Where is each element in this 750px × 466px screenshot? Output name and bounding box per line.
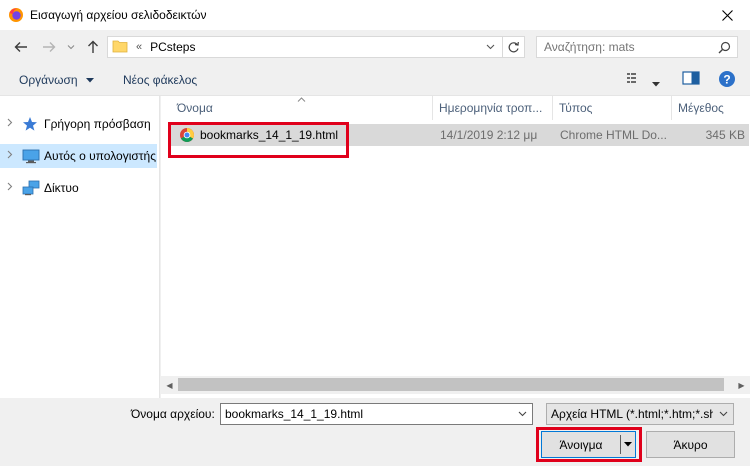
forward-button[interactable] xyxy=(40,38,58,56)
horizontal-scrollbar[interactable]: ◀ ▶ xyxy=(161,376,750,394)
computer-icon xyxy=(22,148,40,164)
filter-dropdown-button[interactable] xyxy=(716,406,730,422)
refresh-icon xyxy=(508,41,519,52)
new-folder-button[interactable]: Νέος φάκελος xyxy=(123,73,197,87)
close-button[interactable] xyxy=(704,0,750,30)
view-options-button[interactable] xyxy=(626,70,644,89)
command-bar: Οργάνωση Νέος φάκελος ? xyxy=(0,64,750,96)
preview-pane-icon xyxy=(682,71,700,85)
file-size: 345 KB xyxy=(705,128,745,142)
firefox-icon xyxy=(8,7,24,23)
expand-chevron-icon[interactable] xyxy=(0,118,20,130)
caret-down-icon xyxy=(85,78,94,83)
chevron-down-icon xyxy=(518,411,526,417)
forward-arrow-icon xyxy=(43,42,56,52)
nav-label-this-pc: Αυτός ο υπολογιστής xyxy=(44,149,156,163)
address-dropdown-button[interactable] xyxy=(482,37,499,57)
help-button[interactable]: ? xyxy=(718,70,736,91)
scroll-left-icon[interactable]: ◀ xyxy=(161,376,178,394)
file-type: Chrome HTML Do... xyxy=(560,128,667,142)
folder-icon xyxy=(112,39,128,56)
search-input[interactable] xyxy=(544,40,714,54)
scrollbar-thumb[interactable] xyxy=(178,378,724,391)
up-button[interactable] xyxy=(84,38,102,56)
details-view-icon xyxy=(627,73,636,83)
address-bar[interactable]: « PCsteps xyxy=(107,36,525,58)
chevron-down-icon xyxy=(486,44,495,50)
scroll-right-icon[interactable]: ▶ xyxy=(733,376,750,394)
organize-menu[interactable]: Οργάνωση xyxy=(19,73,94,87)
expand-chevron-icon[interactable] xyxy=(0,182,20,194)
star-icon xyxy=(22,116,40,132)
breadcrumb-pcsteps[interactable]: PCsteps xyxy=(150,40,195,54)
back-button[interactable] xyxy=(12,38,30,56)
file-type-filter[interactable]: Αρχεία HTML (*.html;*.htm;*.sh xyxy=(546,403,734,425)
filename-input[interactable] xyxy=(225,407,510,421)
nav-item-quick-access[interactable]: Γρήγορη πρόσβαση xyxy=(0,112,157,136)
help-icon: ? xyxy=(719,71,735,87)
nav-label-network: Δίκτυο xyxy=(44,181,79,195)
cancel-button[interactable]: Άκυρο xyxy=(646,431,735,458)
file-type-filter-value: Αρχεία HTML (*.html;*.htm;*.sh xyxy=(551,407,713,421)
file-highlight-box xyxy=(168,122,349,158)
open-button-highlight-box xyxy=(536,427,642,462)
preview-pane-button[interactable] xyxy=(682,70,700,89)
navigation-pane: Γρήγορη πρόσβαση Αυτός ο υπολογιστής Δίκ… xyxy=(0,96,160,398)
caret-down-icon xyxy=(652,82,660,87)
column-header-name[interactable]: Όνομα xyxy=(171,96,433,120)
column-header-size[interactable]: Μέγεθος xyxy=(672,96,750,120)
view-dropdown-button[interactable] xyxy=(652,76,660,90)
refresh-button[interactable] xyxy=(502,37,524,57)
nav-item-network[interactable]: Δίκτυο xyxy=(0,176,157,200)
chevron-down-icon xyxy=(67,45,75,50)
search-box[interactable] xyxy=(536,36,738,58)
breadcrumb-overflow[interactable]: « xyxy=(136,41,142,53)
column-headers: Όνομα Ημερομηνία τροπ... Τύπος Μέγεθος xyxy=(161,96,750,120)
nav-label-quick-access: Γρήγορη πρόσβαση xyxy=(44,117,151,131)
network-icon xyxy=(22,180,40,196)
organize-label: Οργάνωση xyxy=(19,73,78,87)
window-title: Εισαγωγή αρχείου σελιδοδεικτών xyxy=(30,8,207,22)
column-header-type[interactable]: Τύπος xyxy=(553,96,672,120)
chevron-down-icon xyxy=(719,411,727,417)
expand-chevron-icon[interactable] xyxy=(0,150,20,162)
title-bar: Εισαγωγή αρχείου σελιδοδεικτών xyxy=(0,0,750,30)
nav-item-this-pc[interactable]: Αυτός ο υπολογιστής xyxy=(0,144,157,168)
file-list: Όνομα Ημερομηνία τροπ... Τύπος Μέγεθος b… xyxy=(161,96,750,398)
search-icon[interactable] xyxy=(718,41,731,57)
close-icon xyxy=(721,9,733,21)
file-date: 14/1/2019 2:12 μμ xyxy=(440,128,538,142)
svg-text:?: ? xyxy=(723,73,730,87)
column-header-date[interactable]: Ημερομηνία τροπ... xyxy=(433,96,553,120)
filename-label: Όνομα αρχείου: xyxy=(131,407,215,421)
recent-locations-button[interactable] xyxy=(62,38,80,56)
back-arrow-icon xyxy=(14,42,27,52)
up-arrow-icon xyxy=(88,40,98,53)
filename-combobox[interactable] xyxy=(220,403,533,425)
filename-dropdown-button[interactable] xyxy=(514,406,530,422)
